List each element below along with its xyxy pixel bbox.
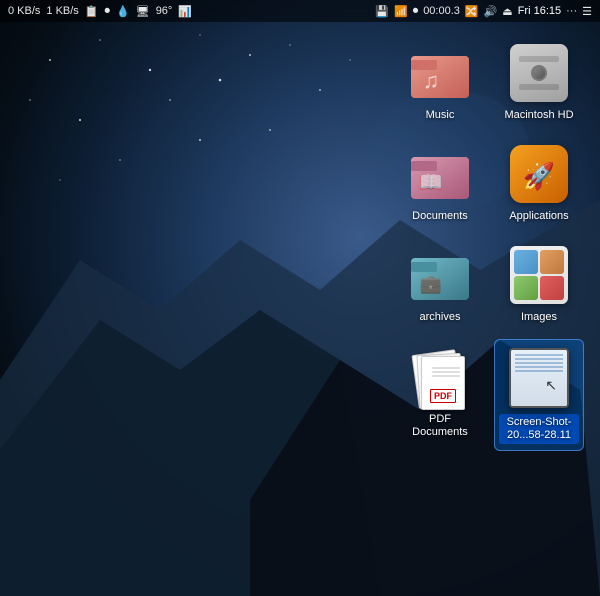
menu-bar-left: 0 KB/s 1 KB/s 📋 ⏺ 💧 🖥 96° 📊	[8, 5, 192, 18]
record-icon[interactable]: ⏺	[105, 5, 111, 18]
eject-icon[interactable]: ⏏	[502, 5, 512, 18]
clock-display: Fri 16:15	[518, 5, 561, 17]
macintosh-hd-image	[507, 41, 571, 105]
pdf-line-c	[432, 375, 460, 377]
archives-folder-icon[interactable]: 💼 archives	[395, 237, 485, 330]
svg-text:🚀: 🚀	[523, 161, 555, 191]
svg-text:💼: 💼	[420, 274, 442, 294]
images-graphic	[510, 246, 568, 304]
apps-graphic: 🚀	[510, 145, 568, 203]
archives-folder-label: archives	[420, 311, 461, 324]
sc-cursor: ↖	[545, 377, 557, 394]
pdf-documents-icon[interactable]: PDF PDF Documents	[395, 339, 485, 451]
macintosh-hd-label: Macintosh HD	[504, 109, 573, 122]
documents-folder-image: 📖	[408, 142, 472, 206]
applications-icon[interactable]: 🚀 Applications	[494, 136, 584, 229]
more-icon[interactable]: ···	[566, 5, 577, 17]
menu-list-icon[interactable]: ☰	[582, 5, 592, 18]
shuffle-icon[interactable]: 🔀	[465, 5, 479, 18]
disk-icon: 💾	[375, 5, 389, 18]
music-folder-label: Music	[426, 109, 455, 122]
sc-line-5	[515, 370, 563, 372]
svg-text:📖: 📖	[419, 172, 444, 194]
volume-icon[interactable]: 🔊	[484, 5, 498, 18]
screenshot-icon[interactable]: ↖ Screen-Shot-20...58-28.11	[494, 339, 584, 451]
monitor-icon[interactable]: 🖥	[136, 5, 150, 18]
record-dot[interactable]: ⏺	[413, 5, 419, 18]
screenshot-graphic: ↖	[507, 346, 571, 410]
img-cell-3	[514, 276, 538, 300]
hd-stripe-2	[519, 84, 559, 90]
sc-line-1	[515, 354, 563, 356]
img-cell-1	[514, 250, 538, 274]
sc-line-3	[515, 362, 563, 364]
screenshot-image: ↖	[507, 346, 571, 410]
img-cell-4	[540, 276, 564, 300]
applications-label: Applications	[509, 210, 568, 223]
music-folder-icon[interactable]: ♫ Music	[395, 35, 485, 128]
applications-image: 🚀	[507, 142, 571, 206]
svg-text:♫: ♫	[423, 68, 440, 93]
network-up: 0 KB/s	[8, 5, 40, 17]
images-image	[507, 243, 571, 307]
timer-display: 00:00.3	[423, 5, 460, 17]
desktop-icons-area: ♫ Music Macintosh HD	[390, 30, 590, 456]
pdf-lines-top	[432, 367, 460, 379]
pdf-line-b	[432, 371, 460, 373]
hd-stripe-1	[519, 56, 559, 62]
documents-folder-label: Documents	[412, 210, 468, 223]
pdf-label-text: PDF	[430, 389, 456, 403]
temp-display: 96°	[156, 5, 173, 17]
screenshot-frame: ↖	[509, 348, 569, 408]
screenshot-label: Screen-Shot-20...58-28.11	[499, 414, 579, 444]
music-folder-image: ♫	[408, 41, 472, 105]
hd-circle	[531, 65, 547, 81]
documents-folder-icon[interactable]: 📖 Documents	[395, 136, 485, 229]
sc-line-4	[515, 366, 563, 368]
pdf-stack: PDF	[415, 352, 465, 406]
sc-line-2	[515, 358, 563, 360]
hd-graphic	[510, 44, 568, 102]
activity-icon[interactable]: 📊	[178, 5, 192, 18]
images-label: Images	[521, 311, 557, 324]
pdf-graphic: PDF	[411, 348, 469, 406]
menu-bar: 0 KB/s 1 KB/s 📋 ⏺ 💧 🖥 96° 📊 💾 📶 ⏺ 00:00.…	[0, 0, 600, 22]
archives-folder-image: 💼	[408, 243, 472, 307]
images-icon[interactable]: Images	[494, 237, 584, 330]
screenshot-content: ↖	[511, 350, 567, 406]
clipboard-icon[interactable]: 📋	[85, 5, 99, 18]
pdf-line-a	[432, 367, 460, 369]
menu-bar-right: 💾 📶 ⏺ 00:00.3 🔀 🔊 ⏏ Fri 16:15 ··· ☰	[375, 5, 592, 18]
img-cell-2	[540, 250, 564, 274]
pdf-page-3: PDF	[421, 356, 465, 410]
pdf-documents-image: PDF	[408, 345, 472, 409]
droplet-icon: 💧	[116, 5, 130, 18]
macintosh-hd-icon[interactable]: Macintosh HD	[494, 35, 584, 128]
network-down: 1 KB/s	[46, 5, 78, 17]
wifi-icon[interactable]: 📶	[394, 5, 408, 18]
pdf-documents-label: PDF Documents	[400, 413, 480, 439]
